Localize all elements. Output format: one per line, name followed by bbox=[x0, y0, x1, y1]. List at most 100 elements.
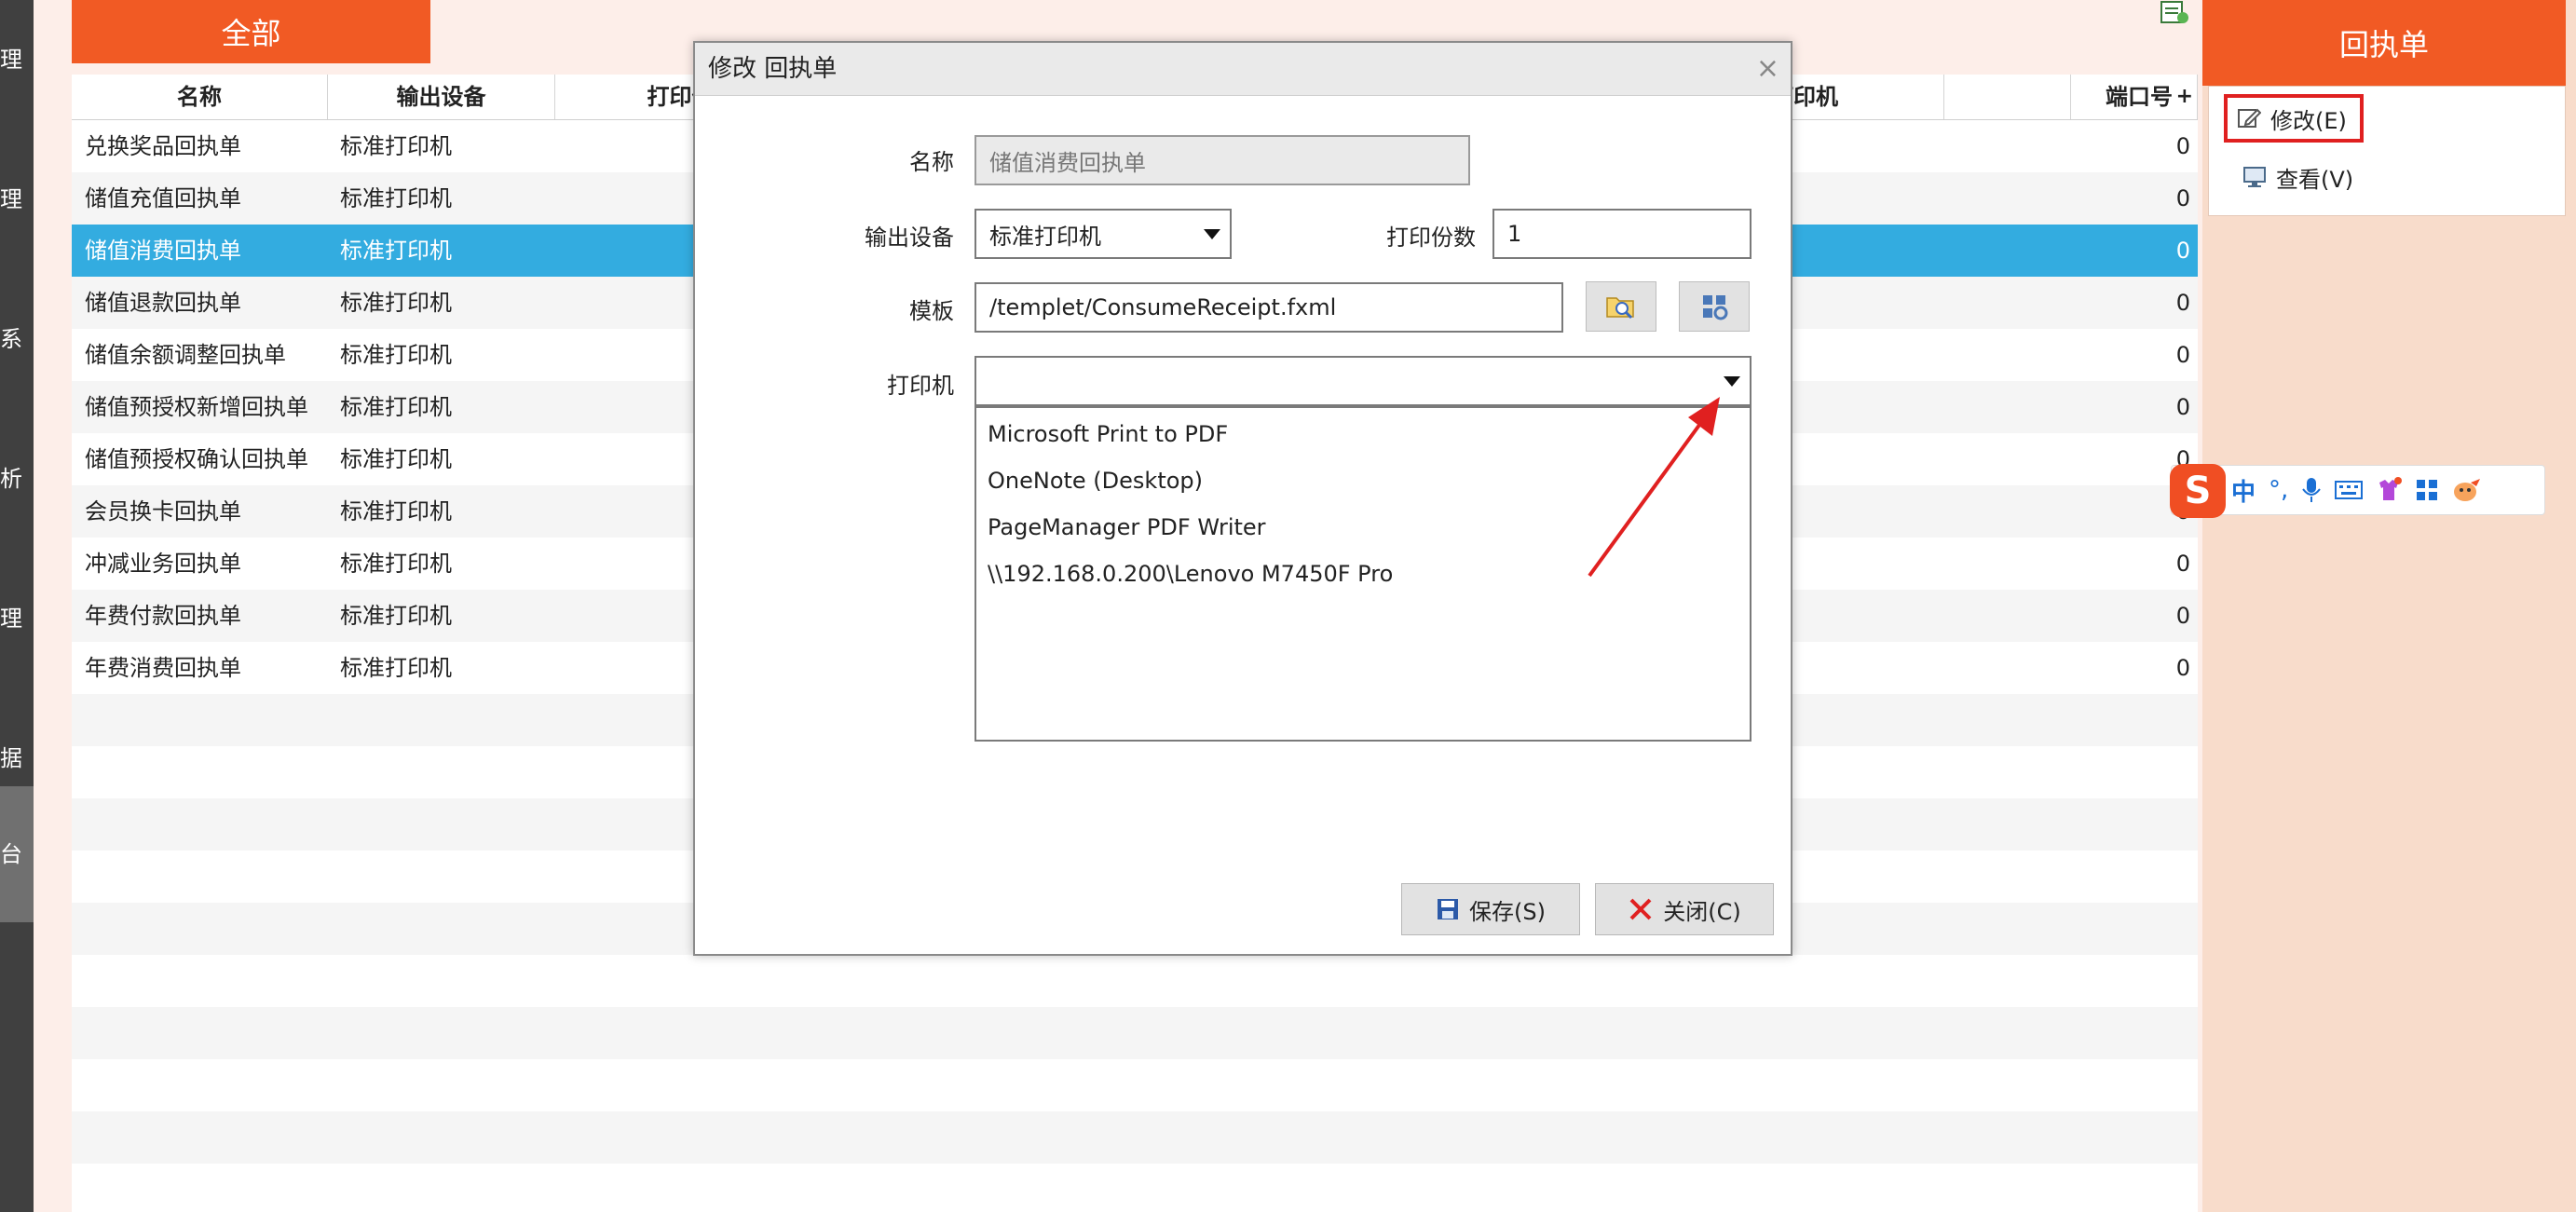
edit-button[interactable]: 修改(E) bbox=[2224, 94, 2364, 143]
dialog-close-icon[interactable]: × bbox=[1756, 43, 1779, 95]
cell-device: 标准打印机 bbox=[340, 655, 452, 681]
cell-name: 储值预授权新增回执单 bbox=[85, 394, 308, 420]
cell-name: 储值余额调整回执单 bbox=[85, 342, 286, 368]
nav-item-6[interactable]: 据 bbox=[0, 740, 34, 777]
close-button-label: 关闭(C) bbox=[1663, 898, 1741, 925]
nav-item-3[interactable]: 系 bbox=[0, 320, 34, 358]
device-select-value: 标准打印机 bbox=[989, 223, 1101, 250]
ime-punct-toggle[interactable]: °, bbox=[2269, 476, 2288, 504]
cell-device: 标准打印机 bbox=[340, 551, 452, 577]
name-field[interactable]: 储值消费回执单 bbox=[975, 135, 1470, 185]
device-label: 输出设备 bbox=[865, 225, 954, 251]
keyboard-icon[interactable] bbox=[2335, 479, 2364, 501]
cell-name: 储值预授权确认回执单 bbox=[85, 446, 308, 472]
empty-row bbox=[72, 1111, 2198, 1164]
printer-dropdown-list: Microsoft Print to PDF OneNote (Desktop)… bbox=[975, 406, 1751, 742]
col-header-port-label: 端口号 bbox=[2106, 84, 2173, 110]
nav-item-1[interactable]: 理 bbox=[0, 41, 34, 78]
cell-port: 0 bbox=[2175, 551, 2190, 577]
col-header-device[interactable]: 输出设备 bbox=[328, 75, 555, 119]
name-label: 名称 bbox=[909, 149, 954, 175]
empty-row bbox=[72, 955, 2198, 1007]
copies-label: 打印份数 bbox=[1386, 225, 1476, 251]
col-header-name[interactable]: 名称 bbox=[72, 75, 328, 119]
printer-option[interactable]: PageManager PDF Writer bbox=[988, 514, 1266, 540]
tab-all[interactable]: 全部 bbox=[72, 0, 430, 63]
template-input[interactable]: /templet/ConsumeReceipt.fxml bbox=[975, 282, 1563, 333]
cell-port: 0 bbox=[2175, 290, 2190, 316]
action-box: 修改(E) 查看(V) bbox=[2208, 86, 2566, 216]
cell-name: 年费付款回执单 bbox=[85, 603, 241, 629]
folder-search-icon bbox=[1606, 297, 1634, 320]
close-x-icon bbox=[1629, 898, 1652, 920]
cell-port: 0 bbox=[2175, 185, 2190, 211]
cell-device: 标准打印机 bbox=[340, 185, 452, 211]
close-button[interactable]: 关闭(C) bbox=[1595, 883, 1774, 935]
printer-label: 打印机 bbox=[887, 373, 954, 399]
column-add-icon[interactable]: + bbox=[2176, 75, 2193, 119]
cell-port: 0 bbox=[2175, 394, 2190, 420]
template-settings-button[interactable] bbox=[1679, 281, 1750, 332]
template-input-value: /templet/ConsumeReceipt.fxml bbox=[989, 294, 1337, 320]
cell-device: 标准打印机 bbox=[340, 342, 452, 368]
export-icon[interactable] bbox=[2160, 0, 2189, 24]
chevron-down-icon bbox=[1204, 229, 1220, 239]
microphone-icon[interactable] bbox=[2301, 476, 2322, 504]
nav-item-7[interactable]: 台 bbox=[0, 786, 34, 922]
cell-device: 标准打印机 bbox=[340, 133, 452, 159]
ime-mode-toggle[interactable]: 中 bbox=[2231, 473, 2256, 508]
ime-toolbar: S 中 °, bbox=[2170, 464, 2545, 518]
dialog-titlebar[interactable]: 修改 回执单 × bbox=[695, 43, 1791, 96]
cell-name: 冲减业务回执单 bbox=[85, 551, 241, 577]
nav-item-5[interactable]: 理 bbox=[0, 600, 34, 637]
toolbox-icon[interactable] bbox=[2415, 478, 2439, 502]
cell-device: 标准打印机 bbox=[340, 290, 452, 316]
left-nav: 理 理 系 析 理 据 台 bbox=[0, 0, 34, 1212]
nav-item-4[interactable]: 析 bbox=[0, 460, 34, 497]
printer-select[interactable] bbox=[975, 356, 1751, 406]
cell-name: 储值退款回执单 bbox=[85, 290, 241, 316]
cell-device: 标准打印机 bbox=[340, 238, 452, 264]
name-field-value: 储值消费回执单 bbox=[989, 149, 1146, 176]
cell-port: 0 bbox=[2175, 342, 2190, 368]
copies-input[interactable]: 1 bbox=[1492, 209, 1751, 259]
template-label: 模板 bbox=[909, 298, 954, 324]
cell-device: 标准打印机 bbox=[340, 498, 452, 524]
col-header-port[interactable]: 端口号 + bbox=[2070, 75, 2198, 119]
browse-template-button[interactable] bbox=[1586, 281, 1656, 332]
right-panel-title: 回执单 bbox=[2202, 0, 2566, 86]
sogou-logo-icon[interactable]: S bbox=[2170, 464, 2226, 518]
pencil-icon bbox=[2238, 108, 2261, 128]
cell-name: 储值消费回执单 bbox=[85, 238, 241, 264]
copies-input-value: 1 bbox=[1507, 221, 1522, 247]
cell-device: 标准打印机 bbox=[340, 446, 452, 472]
monitor-icon bbox=[2243, 167, 2266, 187]
cell-port: 0 bbox=[2175, 655, 2190, 681]
dialog-title: 修改 回执单 bbox=[708, 55, 838, 83]
settings-grid-icon bbox=[1703, 295, 1728, 320]
right-panel: 回执单 修改(E) 查看(V) bbox=[2202, 0, 2576, 1212]
device-select[interactable]: 标准打印机 bbox=[975, 209, 1232, 259]
cell-device: 标准打印机 bbox=[340, 603, 452, 629]
printer-option[interactable]: OneNote (Desktop) bbox=[988, 468, 1203, 494]
edit-button-label: 修改(E) bbox=[2270, 107, 2347, 134]
nav-item-2[interactable]: 理 bbox=[0, 181, 34, 218]
view-button[interactable]: 查看(V) bbox=[2229, 156, 2353, 198]
printer-option[interactable]: \\192.168.0.200\Lenovo M7450F Pro bbox=[988, 561, 1393, 587]
save-button-label: 保存(S) bbox=[1469, 898, 1546, 925]
view-button-label: 查看(V) bbox=[2276, 166, 2354, 193]
skin-icon[interactable] bbox=[2376, 477, 2403, 503]
printer-chevron-down-icon[interactable] bbox=[1724, 376, 1740, 387]
cell-port: 0 bbox=[2175, 133, 2190, 159]
cell-port: 0 bbox=[2175, 238, 2190, 264]
cell-port: 0 bbox=[2175, 603, 2190, 629]
cell-name: 兑换奖品回执单 bbox=[85, 133, 241, 159]
cell-device: 标准打印机 bbox=[340, 394, 452, 420]
printer-option[interactable]: Microsoft Print to PDF bbox=[988, 421, 1228, 447]
mascot-icon[interactable] bbox=[2452, 477, 2482, 503]
save-button[interactable]: 保存(S) bbox=[1401, 883, 1580, 935]
cell-name: 会员换卡回执单 bbox=[85, 498, 241, 524]
cell-name: 年费消费回执单 bbox=[85, 655, 241, 681]
cell-name: 储值充值回执单 bbox=[85, 185, 241, 211]
empty-row bbox=[72, 1007, 2198, 1059]
